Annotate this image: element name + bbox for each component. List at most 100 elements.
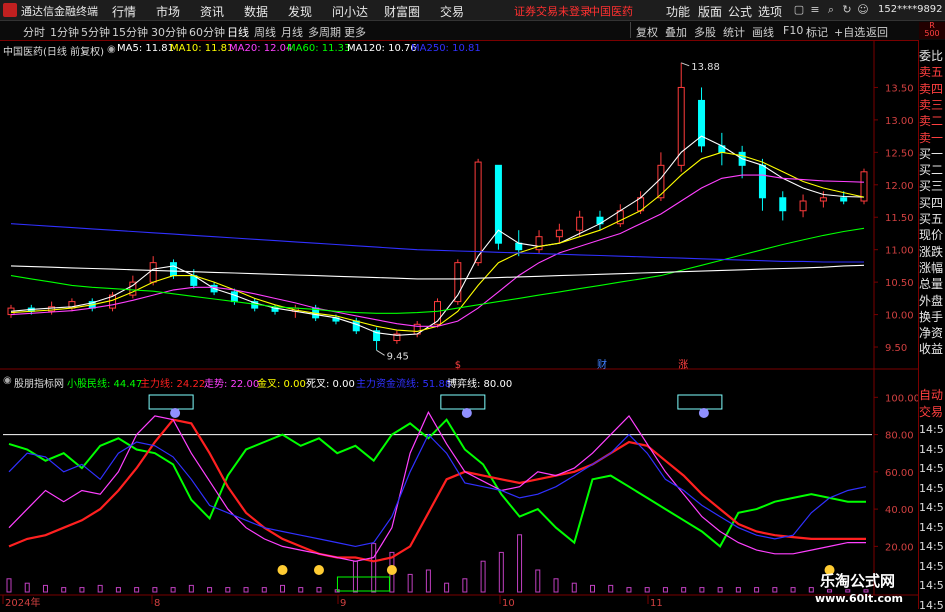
trade-time-0: 14:5 xyxy=(919,423,944,436)
trade-time-2: 14:5 xyxy=(919,462,944,475)
volume-bar xyxy=(261,587,267,593)
candle-body xyxy=(169,262,177,277)
candle-body xyxy=(758,164,766,199)
volume-bar xyxy=(188,584,194,593)
event-marker-0: $ xyxy=(455,360,461,371)
volume-bar xyxy=(225,587,231,593)
volume-bar xyxy=(571,582,577,593)
panel-label-1: 卖五 xyxy=(919,65,944,80)
trade-time-6: 14:5 xyxy=(919,540,944,553)
panel-label-18: 收益 xyxy=(919,342,944,357)
volume-bar xyxy=(42,584,48,593)
indicator-tick-label: 40.00 xyxy=(885,505,914,516)
volume-bar xyxy=(462,578,468,593)
volume-bar xyxy=(681,587,687,593)
price-tick-label: 13.00 xyxy=(885,116,914,127)
trade-time-4: 14:5 xyxy=(919,501,944,514)
volume-bar xyxy=(553,578,559,593)
xaxis-label: 9 xyxy=(340,598,346,609)
trade-time-1: 14:5 xyxy=(919,442,944,456)
panel-label-14: 总量 xyxy=(919,277,944,292)
trade-time-9: 14:5 xyxy=(919,598,944,612)
volume-bar xyxy=(589,584,595,593)
xaxis-label: 2024年 xyxy=(5,596,40,609)
chart-canvas[interactable]: 13.50 13.00 12.50 12.00 11.50 11.00 10.50 10.00… xyxy=(0,0,945,609)
volume-bar xyxy=(772,587,778,593)
volume-bar xyxy=(115,587,121,593)
volume-bar xyxy=(371,543,377,593)
candle-body xyxy=(819,197,827,202)
volume-bar xyxy=(97,584,103,593)
panel-label-16: 换手 xyxy=(919,309,944,324)
volume-bar xyxy=(699,587,705,593)
price-tick-label: 11.50 xyxy=(885,213,914,224)
panel-label-0: 委比 xyxy=(919,49,944,63)
r-badge-icon[interactable]: R 500 xyxy=(919,22,945,39)
panel-label-10: 买五 xyxy=(919,212,944,226)
candle-body xyxy=(515,242,523,251)
xaxis-label: 11 xyxy=(650,598,663,609)
volume-bar xyxy=(61,587,67,593)
watermark-title: 乐淘公式网 xyxy=(820,572,896,590)
volume-bar xyxy=(243,587,249,593)
panel-label-17: 净资 xyxy=(919,326,944,341)
panel-label-11: 现价 xyxy=(919,228,944,243)
xaxis-label: 8 xyxy=(154,598,160,609)
volume-bar xyxy=(608,584,614,593)
volume-bar xyxy=(662,587,668,593)
low-price-label: 9.45 xyxy=(387,351,409,362)
indicator-tick-label: 20.00 xyxy=(885,542,914,553)
price-tick-label: 10.50 xyxy=(885,278,914,289)
volume-bar xyxy=(480,560,486,593)
bottom-signal-box xyxy=(336,576,390,592)
price-tick-label: 9.50 xyxy=(885,343,907,354)
panel-label-19[interactable]: 自动 xyxy=(919,386,945,403)
panel-label-5: 卖一 xyxy=(919,130,944,145)
volume-bar xyxy=(626,587,632,593)
panel-label-3: 卖三 xyxy=(919,97,944,112)
xaxis-label: 10 xyxy=(502,598,515,609)
price-tick-label: 11.00 xyxy=(885,246,914,257)
price-tick-label: 12.50 xyxy=(885,148,914,159)
ma-line-ma120 xyxy=(10,264,865,280)
candle-body xyxy=(576,216,584,231)
candle-body xyxy=(677,86,685,166)
volume-bar xyxy=(717,587,723,593)
signal-face-icon xyxy=(698,408,709,418)
event-marker-1: 财 xyxy=(597,358,607,371)
signal-box-0 xyxy=(148,394,194,410)
signal-box-1 xyxy=(440,394,486,410)
indicator-line xyxy=(8,418,866,563)
indicator-tick-label: 80.00 xyxy=(885,431,914,442)
volume-bar xyxy=(735,587,741,593)
panel-label-8: 买三 xyxy=(919,179,944,194)
candle-body xyxy=(555,229,563,238)
indicator-tick-label: 60.00 xyxy=(885,468,914,479)
low-marker-line xyxy=(376,349,385,356)
high-price-label: 13.88 xyxy=(691,62,720,73)
panel-label-13: 涨幅 xyxy=(919,260,944,275)
event-marker-2: 涨 xyxy=(678,359,688,371)
signal-face-icon xyxy=(170,408,181,418)
smile-face-icon xyxy=(277,565,288,575)
panel-label-20[interactable]: 交易 xyxy=(919,403,945,420)
volume-bar xyxy=(79,587,85,593)
candle-body xyxy=(230,291,238,303)
volume-bar xyxy=(425,569,431,593)
volume-bar xyxy=(444,582,450,593)
signal-box-2 xyxy=(677,394,723,410)
candle-body xyxy=(352,320,360,332)
trade-time-8: 14:5 xyxy=(919,579,944,592)
indicator-tick-label: 100.00 xyxy=(885,393,920,404)
volume-bar xyxy=(407,573,413,593)
smile-face-icon xyxy=(386,565,397,575)
high-marker-line xyxy=(681,62,690,67)
price-tick-label: 10.00 xyxy=(885,311,914,322)
volume-bar xyxy=(808,587,814,593)
candle-body xyxy=(779,197,787,212)
panel-label-4: 卖二 xyxy=(919,114,944,129)
signal-face-icon xyxy=(461,408,472,418)
panel-label-2: 卖四 xyxy=(919,81,944,96)
smile-face-icon xyxy=(313,565,324,575)
trade-time-3: 14:5 xyxy=(919,481,944,495)
